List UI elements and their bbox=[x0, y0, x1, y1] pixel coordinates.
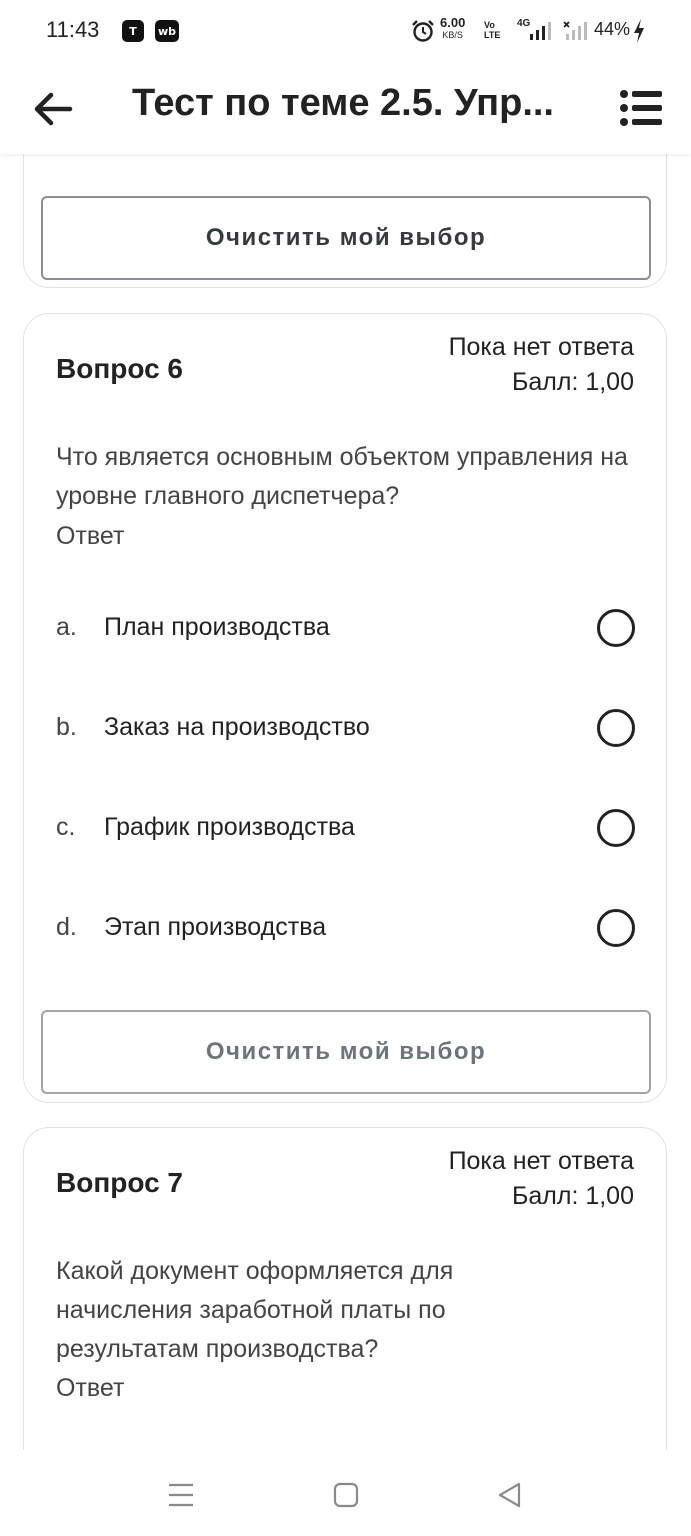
question-status: Пока нет ответа Балл: 1,00 bbox=[449, 1144, 634, 1214]
option-letter: c. bbox=[56, 813, 76, 841]
answer-option-d[interactable]: d. Этап производства bbox=[24, 897, 666, 961]
question-grade: Балл: 1,00 bbox=[511, 368, 634, 396]
question-card-6: Вопрос 6 Пока нет ответа Балл: 1,00 Что … bbox=[23, 313, 667, 1103]
question-title: Вопрос 6 bbox=[56, 353, 183, 384]
charging-icon bbox=[634, 19, 644, 43]
list-icon[interactable] bbox=[618, 88, 664, 128]
option-text: Этап производства bbox=[104, 913, 327, 941]
question-text: Какой документ оформляется для начислени… bbox=[56, 1257, 454, 1363]
question-status: Пока нет ответа Балл: 1,00 bbox=[449, 330, 634, 400]
alarm-icon bbox=[412, 20, 434, 42]
radio-button[interactable] bbox=[597, 609, 635, 647]
wildberries-app-icon: wb bbox=[155, 20, 179, 42]
quiz-content: Очистить мой выбор Вопрос 6 Пока нет отв… bbox=[0, 154, 691, 1450]
network-speed: 6.00 KB/S bbox=[440, 15, 466, 41]
app-header: Тест по теме 2.5. Упр... bbox=[0, 62, 691, 154]
page-title: Тест по теме 2.5. Упр... bbox=[132, 82, 554, 124]
volte-indicator: Vo LTE bbox=[484, 20, 500, 40]
radio-button[interactable] bbox=[597, 709, 635, 747]
option-text: Заказ на производство bbox=[104, 713, 370, 741]
clear-choice-button[interactable]: Очистить мой выбор bbox=[41, 1010, 651, 1094]
signal-no-service-icon bbox=[563, 21, 587, 40]
option-letter: a. bbox=[56, 613, 77, 641]
radio-button[interactable] bbox=[597, 909, 635, 947]
arrow-left-icon[interactable] bbox=[30, 86, 76, 132]
status-bar: 11:43 T wb 6.00 KB/S Vo LTE 4G 44% bbox=[0, 0, 691, 62]
question-state: Пока нет ответа bbox=[448, 1147, 634, 1175]
volte-line2: LTE bbox=[484, 30, 501, 40]
question-state: Пока нет ответа bbox=[448, 333, 634, 361]
question-title: Вопрос 7 bbox=[56, 1167, 183, 1198]
signal-strength-icon bbox=[530, 22, 551, 40]
question-grade: Балл: 1,00 bbox=[511, 1182, 634, 1210]
clear-choice-button[interactable]: Очистить мой выбор bbox=[41, 196, 651, 280]
question-text: Что является основным объектом управлени… bbox=[56, 443, 628, 510]
triangle-back-icon[interactable] bbox=[495, 1480, 525, 1510]
volte-line1: Vo bbox=[484, 20, 495, 30]
tinkoff-app-icon: T bbox=[122, 20, 144, 42]
answer-option-c[interactable]: c. График производства bbox=[24, 797, 666, 861]
status-time: 11:43 bbox=[46, 17, 100, 42]
option-text: План производства bbox=[104, 613, 330, 641]
answer-label: Ответ bbox=[56, 522, 125, 550]
option-letter: d. bbox=[56, 913, 77, 941]
speed-value: 6.00 bbox=[440, 15, 466, 30]
speed-unit: KB/S bbox=[442, 30, 463, 40]
answer-option-b[interactable]: b. Заказ на производство bbox=[24, 697, 666, 761]
question-card-7: Вопрос 7 Пока нет ответа Балл: 1,00 Како… bbox=[23, 1127, 667, 1450]
question-card-prev: Очистить мой выбор bbox=[23, 154, 667, 288]
option-text: График производства bbox=[104, 813, 355, 841]
answer-label: Ответ bbox=[56, 1374, 125, 1402]
menu-lines-icon[interactable] bbox=[166, 1480, 196, 1510]
option-letter: b. bbox=[56, 713, 77, 741]
square-icon[interactable] bbox=[331, 1480, 361, 1510]
system-nav-bar bbox=[0, 1450, 691, 1536]
radio-button[interactable] bbox=[597, 809, 635, 847]
answer-option-a[interactable]: a. План производства bbox=[24, 597, 666, 661]
battery-level: 44% bbox=[594, 19, 631, 39]
